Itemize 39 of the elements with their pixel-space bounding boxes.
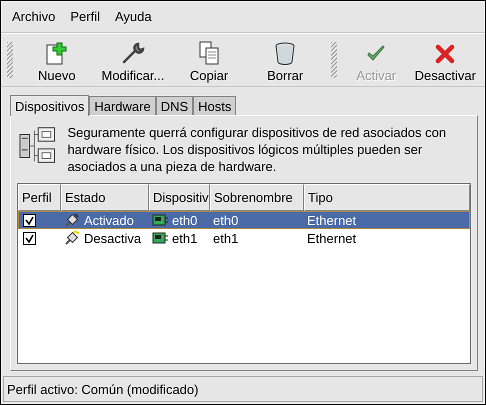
network-card-icon xyxy=(152,231,168,245)
tab[interactable]: Hardware xyxy=(89,96,156,115)
toolbar-grip-icon xyxy=(331,42,337,78)
table-cell: Activado xyxy=(84,212,134,228)
table-cell: Ethernet xyxy=(307,230,356,246)
toolbar-button[interactable]: Modificar... xyxy=(94,36,171,84)
checkbox[interactable] xyxy=(23,232,36,244)
copy-pages-icon xyxy=(198,41,220,65)
table-cell: eth1 xyxy=(213,230,238,246)
table-cell: Ethernet xyxy=(307,212,356,228)
tab[interactable]: Hosts xyxy=(193,96,236,115)
column-header[interactable]: Perfil xyxy=(18,184,61,211)
checkbox[interactable] xyxy=(23,214,36,226)
menu-item[interactable]: Archivo xyxy=(5,9,64,24)
tab[interactable]: Dispositivos xyxy=(10,95,90,116)
tab[interactable]: DNS xyxy=(156,96,194,115)
toolbar-grip-icon xyxy=(7,42,13,78)
wrench-icon xyxy=(120,41,145,65)
menu-item[interactable]: Perfil xyxy=(63,9,108,24)
network-card-icon xyxy=(152,213,168,227)
description-text: Seguramente querrá configurar dispositivos de red asociados con hardware físico. Los dispositivos lógicos múltiples pueden ser asociados a una pieza de hardware. xyxy=(67,124,448,175)
column-header[interactable]: Sobrenombre xyxy=(210,184,304,211)
table-cell: Desactiva xyxy=(84,230,142,246)
cross-icon xyxy=(434,43,456,65)
table-row[interactable]: Activado eth0 eth0 Ethernet xyxy=(18,211,470,229)
toolbar-button[interactable]: Desactivar xyxy=(410,36,481,84)
status-bar: Perfil activo: Común (modificado) xyxy=(3,376,483,402)
toolbar-button[interactable]: Nuevo xyxy=(18,36,95,84)
menu-item[interactable]: Ayuda xyxy=(108,9,160,24)
new-page-icon xyxy=(46,41,68,65)
column-header[interactable]: Dispositiv xyxy=(149,184,210,211)
toolbar-button[interactable]: Copiar xyxy=(170,36,248,84)
trash-can-icon xyxy=(274,41,296,65)
table-cell: eth0 xyxy=(213,212,238,228)
column-header[interactable]: Tipo xyxy=(304,184,470,211)
column-header[interactable]: Estado xyxy=(61,184,149,211)
table-cell: eth1 xyxy=(172,230,198,246)
toolbar-button[interactable]: Borrar xyxy=(247,36,324,84)
table-cell: eth0 xyxy=(172,212,198,228)
